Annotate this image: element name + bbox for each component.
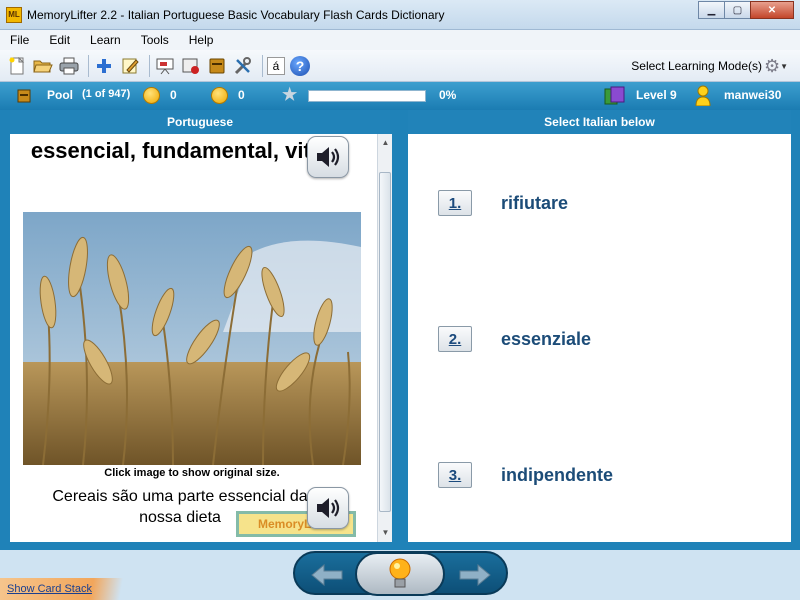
answer-option[interactable]: 3. indipendente [438,462,613,488]
scroll-down-icon[interactable]: ▼ [378,526,393,540]
speaker-icon [317,498,340,518]
answer-card: 1. rifiutare 2. essenziale 3. indipenden… [408,134,791,542]
correct-smiley-icon [143,87,160,104]
answer-option[interactable]: 1. rifiutare [438,190,568,216]
edit-card-button[interactable] [119,55,141,77]
open-icon [33,60,53,72]
user-name: manwei30 [724,88,782,102]
title-bar: ML MemoryLifter 2.2 - Italian Portuguese… [0,0,800,30]
arrow-left-icon [311,564,343,586]
answer-text[interactable]: indipendente [501,465,613,486]
pool-count: (1 of 947) [82,88,131,100]
hint-button[interactable] [355,552,445,596]
scroll-up-icon[interactable]: ▲ [378,136,393,150]
show-card-stack-tab[interactable]: Show Card Stack [0,578,130,600]
image-caption: Click image to show original size. [104,467,280,479]
print-icon [59,57,79,74]
answer-column-header: Select Italian below [408,110,791,134]
window-controls: ▁ ▢ ✕ [698,1,794,19]
tools-button[interactable] [232,55,254,77]
answer-text[interactable]: essenziale [501,329,591,350]
minimize-icon: ▁ [707,4,716,16]
status-bar: Pool (1 of 947) 0 0 ★ 0% Level 9 manwei3… [0,82,800,110]
previous-button[interactable] [303,560,351,590]
learning-mode-label[interactable]: Select Learning Mode(s) [631,59,762,73]
slideshow-icon [156,58,174,74]
pool-label: Pool [47,88,73,102]
wheat-image [23,212,361,465]
speaker-icon [317,147,340,167]
menu-bar: File Edit Learn Tools Help [0,30,800,50]
book-icon [209,58,225,73]
add-card-button[interactable] [93,55,115,77]
menu-help[interactable]: Help [189,33,214,47]
next-button[interactable] [451,560,499,590]
wrong-count: 0 [238,88,245,102]
question-audio-button[interactable] [307,136,349,178]
star-icon: ★ [282,85,298,104]
record-icon [182,58,199,74]
maximize-icon: ▢ [732,4,743,16]
close-icon: ✕ [767,4,777,16]
record-button[interactable] [180,55,202,77]
question-column-header: Portuguese [10,110,390,134]
level-icon [604,86,625,105]
help-icon: ? [290,55,310,76]
card-image-wheat[interactable] [23,212,361,465]
menu-learn[interactable]: Learn [90,33,121,47]
answer-option[interactable]: 2. essenziale [438,326,591,352]
pool-icon [17,89,31,103]
open-button[interactable] [32,55,54,77]
close-button[interactable]: ✕ [750,1,794,19]
answer-number-button[interactable]: 3. [438,462,472,488]
question-scrollbar[interactable]: ▲ ▼ [377,134,392,542]
window-title: MemoryLifter 2.2 - Italian Portuguese Ba… [27,8,445,22]
minimize-button[interactable]: ▁ [698,1,725,19]
question-card: essencial, fundamental, vital Click imag… [10,134,377,542]
gear-icon: ⚙ [764,55,781,76]
new-icon [9,56,25,74]
level-label: Level 9 [636,88,677,102]
lightbulb-icon [389,558,411,588]
accent-button[interactable]: á [267,56,285,75]
tools-icon [234,56,251,74]
print-button[interactable] [58,55,80,77]
dictionary-button[interactable] [206,55,228,77]
progress-bar [308,90,426,102]
edit-icon [122,58,139,73]
toolbar: á ? Select Learning Mode(s) ⚙ ▼ [0,50,800,82]
menu-tools[interactable]: Tools [141,33,169,47]
menu-file[interactable]: File [10,33,29,47]
slideshow-button[interactable] [154,55,176,77]
answer-number-button[interactable]: 1. [438,190,472,216]
show-card-stack-link[interactable]: Show Card Stack [7,583,92,595]
toolbar-separator [88,54,89,77]
accent-icon: á [272,58,280,73]
toolbar-separator [149,54,150,77]
example-sentence: Cereais são uma parte essencial da nossa… [52,488,308,526]
scroll-thumb[interactable] [379,172,391,512]
new-button[interactable] [6,55,28,77]
question-text: essencial, fundamental, vital [30,138,330,163]
answer-text[interactable]: rifiutare [501,193,568,214]
toolbar-separator [262,54,263,77]
help-button[interactable]: ? [289,55,311,77]
progress-label: 0% [439,88,457,102]
app-icon: ML [6,7,22,23]
learning-mode-dropdown[interactable]: ⚙ ▼ [764,55,792,77]
answer-number-button[interactable]: 2. [438,326,472,352]
correct-count: 0 [170,88,177,102]
wrong-smiley-icon [211,87,228,104]
arrow-right-icon [459,564,491,586]
user-icon [695,85,711,106]
menu-edit[interactable]: Edit [49,33,70,47]
maximize-button[interactable]: ▢ [724,1,751,19]
dropdown-arrow-icon: ▼ [780,61,789,71]
example-audio-button[interactable] [307,487,349,529]
add-icon [97,58,111,73]
